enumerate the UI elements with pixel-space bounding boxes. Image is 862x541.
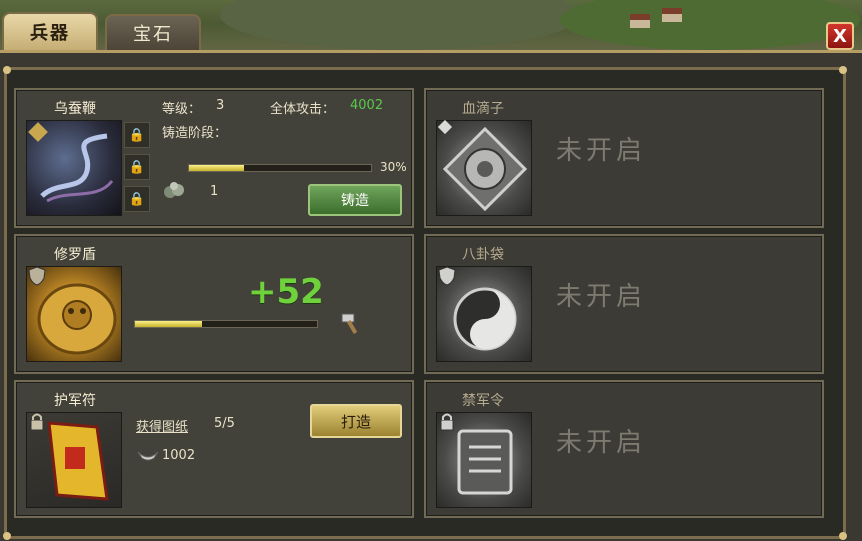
silver-amount: 1002 [162,448,196,463]
rivet-decoration [839,66,847,74]
key-icon [438,120,458,140]
tab-gems[interactable]: 宝石 [105,14,201,50]
attack-value: 4002 [350,98,384,113]
status-not-open: 未开启 [556,282,647,312]
lock-badge-icon [438,412,456,432]
silver-ingot-icon [136,446,160,462]
gem-slot-locked[interactable]: 🔒 [124,186,150,212]
lock-icon: 🔒 [128,127,146,143]
item-name: 乌蚕鞭 [54,101,96,117]
weapon-card-bagua-bag: 八卦袋 未开启 [424,234,824,374]
lock-icon: 🔒 [128,159,146,175]
lock-badge-icon [28,412,46,432]
lock-icon: 🔒 [128,191,146,207]
item-name: 修罗盾 [54,247,96,263]
blueprint-count: 5/5 [214,416,235,431]
weapon-card-talisman: 护军符 获得图纸 5/5 1002 打造 [14,380,414,518]
item-name: 八卦袋 [462,247,504,263]
enhance-progress-fill [135,321,203,327]
item-name: 禁军令 [462,393,504,409]
item-name: 血滴子 [462,101,504,117]
close-button[interactable]: X [826,22,854,50]
forge-button[interactable]: 铸造 [308,184,402,216]
enhance-progress-bar [134,320,318,328]
level-label: 等级： [162,102,202,117]
rivet-decoration [3,66,11,74]
shield-badge-icon [28,266,46,286]
status-not-open: 未开启 [556,428,647,458]
item-name: 护军符 [54,393,96,409]
gem-slot-locked[interactable]: 🔒 [124,154,150,180]
hammer-icon[interactable] [338,310,364,336]
rivet-decoration [839,532,847,540]
forge-progress-bar [188,164,372,172]
rivet-decoration [3,532,11,540]
level-value: 3 [216,98,225,113]
forge-stage-label: 铸造阶段： [162,126,228,141]
forge-progress-fill [189,165,244,171]
weapon-card-shield: 修罗盾 +52 [14,234,414,374]
status-not-open: 未开启 [556,136,647,166]
attack-label: 全体攻击： [270,102,336,117]
forge-progress-percent: 30% [380,160,407,174]
weapon-card-blood-drop: 血滴子 未开启 [424,88,824,228]
whip-icon [28,122,114,203]
whip-image[interactable] [26,120,122,216]
tab-weapons[interactable]: 兵器 [2,12,98,50]
get-blueprint-link[interactable]: 获得图纸 [136,416,188,435]
make-button[interactable]: 打造 [310,404,402,438]
weapon-card-guard-order: 禁军令 未开启 [424,380,824,518]
shield-badge-icon [438,266,456,286]
material-stone-icon [162,180,186,200]
weapon-card-whip: 乌蚕鞭 🔒 🔒 🔒 等级： 3 全体攻击： 4002 铸造阶段： 30% 1 铸… [14,88,414,228]
enhance-bonus: +52 [248,272,324,312]
material-count: 1 [210,184,219,199]
gem-slot-locked[interactable]: 🔒 [124,122,150,148]
